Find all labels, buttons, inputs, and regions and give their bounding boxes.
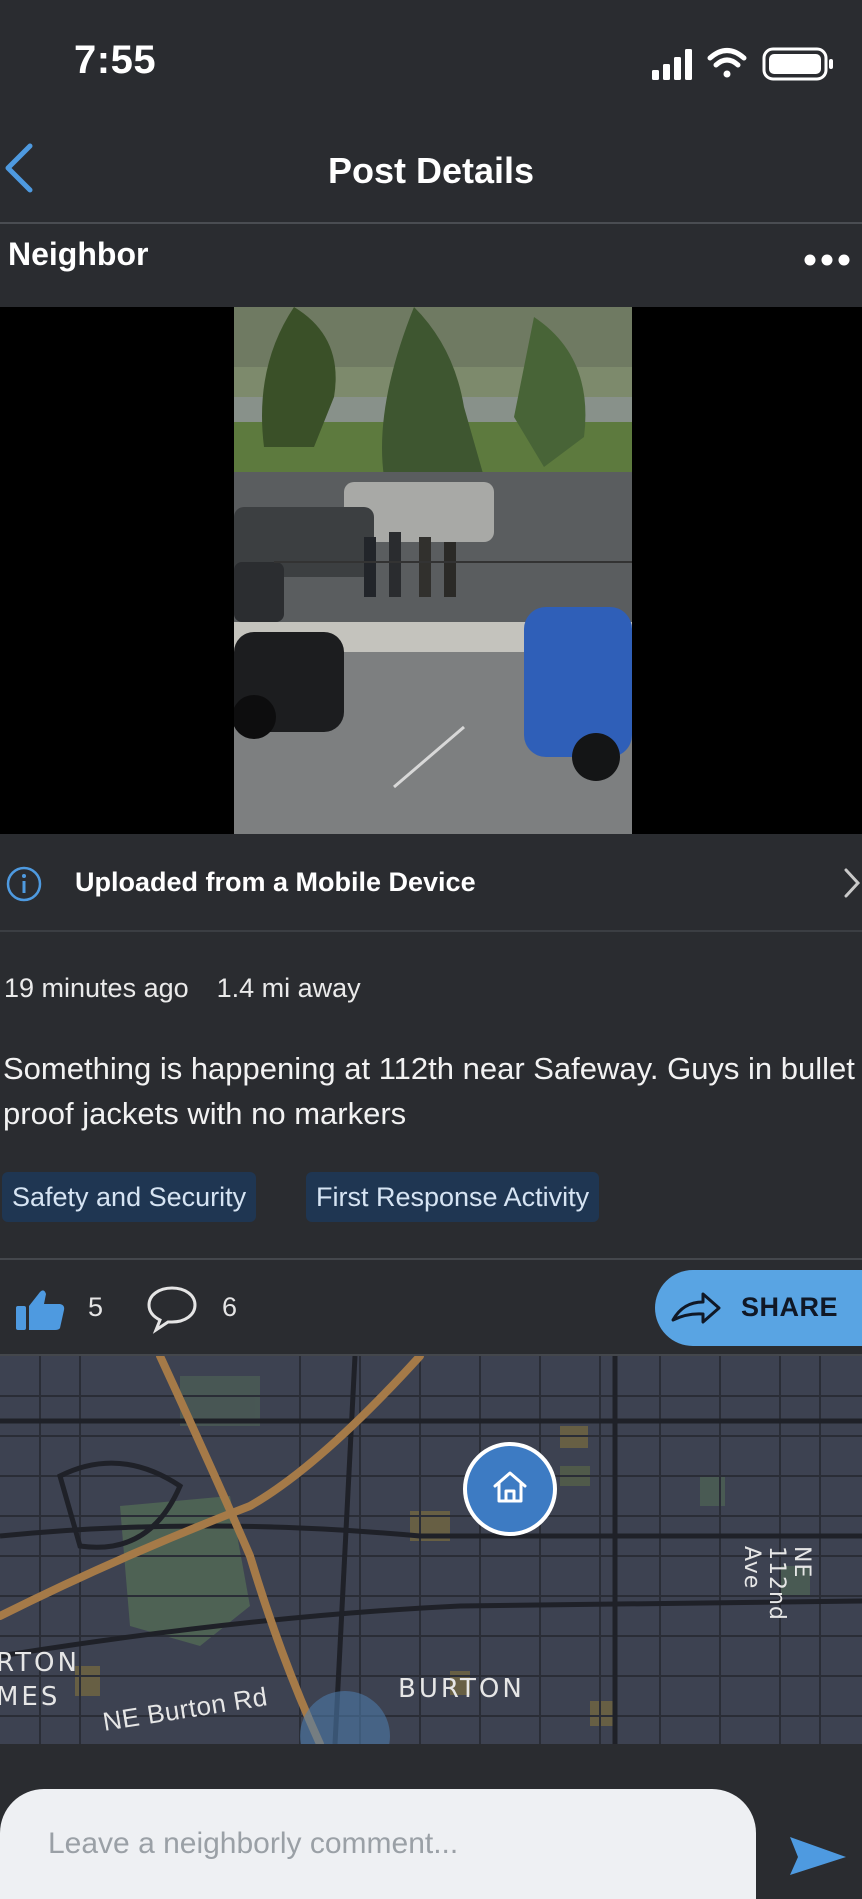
battery-icon bbox=[762, 47, 833, 81]
share-label: SHARE bbox=[741, 1292, 839, 1322]
share-arrow-icon bbox=[671, 1292, 721, 1324]
divider bbox=[0, 1258, 862, 1260]
more-options-button[interactable] bbox=[800, 240, 856, 280]
post-meta: 19 minutes ago 1.4 mi away bbox=[4, 973, 389, 1004]
status-time: 7:55 bbox=[74, 38, 157, 82]
post-distance: 1.4 mi away bbox=[216, 973, 361, 1003]
home-icon bbox=[493, 1471, 527, 1503]
comment-input[interactable] bbox=[0, 1789, 756, 1899]
map-label-avenue: NE 112nd Ave bbox=[739, 1546, 814, 1621]
chevron-right-icon bbox=[844, 868, 861, 898]
more-horizontal-icon bbox=[804, 254, 850, 266]
map-label-area: BURTON bbox=[398, 1674, 525, 1704]
page-title: Post Details bbox=[327, 150, 535, 191]
upload-source: Uploaded from a Mobile Device bbox=[75, 867, 476, 897]
status-icons bbox=[652, 44, 842, 84]
tag-first-response-activity[interactable]: First Response Activity bbox=[306, 1172, 600, 1222]
comment-bar bbox=[0, 1745, 862, 1899]
post-body: Something is happening at 112th near Saf… bbox=[3, 1051, 855, 1131]
post-photo[interactable] bbox=[234, 307, 632, 834]
post-map[interactable]: RTON MES NE Burton Rd BURTON NE 112nd Av… bbox=[0, 1356, 862, 1744]
comment-icon bbox=[147, 1286, 197, 1334]
post-media[interactable] bbox=[0, 307, 862, 834]
thumbs-up-icon bbox=[16, 1290, 65, 1330]
share-button[interactable]: SHARE bbox=[655, 1270, 862, 1346]
post-time: 19 minutes ago bbox=[4, 973, 189, 1003]
like-count[interactable]: 5 bbox=[88, 1292, 103, 1323]
map-label-district-2: MES bbox=[0, 1682, 61, 1712]
upload-info-row[interactable]: Uploaded from a Mobile Device bbox=[0, 836, 862, 932]
status-bar: 7:55 bbox=[0, 0, 862, 120]
post-header: Neighbor bbox=[0, 224, 862, 308]
map-label-district-1: RTON bbox=[0, 1648, 80, 1678]
action-row: 5 6 SHARE bbox=[0, 1262, 862, 1356]
comment-count[interactable]: 6 bbox=[222, 1292, 237, 1323]
home-pin[interactable] bbox=[463, 1442, 557, 1536]
wifi-icon bbox=[707, 48, 747, 78]
info-icon bbox=[6, 866, 42, 902]
signal-icon bbox=[652, 49, 692, 80]
post-author: Neighbor bbox=[8, 236, 149, 272]
send-icon[interactable] bbox=[788, 1835, 848, 1875]
tag-safety-and-security[interactable]: Safety and Security bbox=[2, 1172, 257, 1222]
